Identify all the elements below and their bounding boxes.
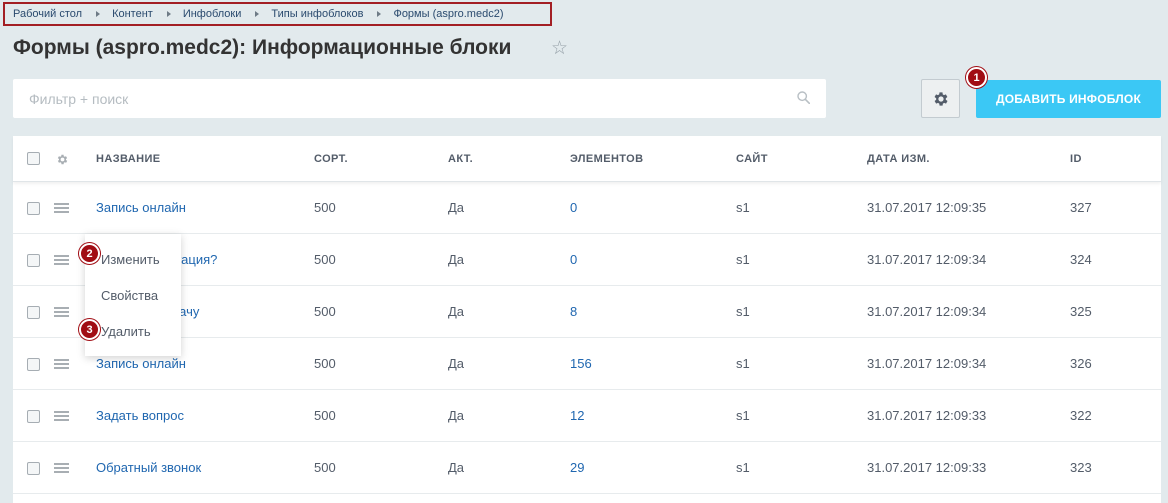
cell-active: Да — [448, 252, 465, 267]
row-menu-icon[interactable] — [54, 307, 69, 317]
cell-active: Да — [448, 408, 465, 423]
table-row[interactable]: Обратный звонок 500 Да 29 s1 31.07.2017 12:09… — [13, 442, 1161, 494]
breadcrumb-item-content[interactable]: Контент — [112, 8, 153, 20]
cell-active: Да — [448, 356, 465, 371]
row-menu-icon[interactable] — [54, 203, 69, 213]
cell-date: 31.07.2017 12:09:34 — [867, 252, 987, 267]
column-header-date[interactable]: ДАТА ИЗМ. — [867, 136, 930, 181]
menu-item-properties[interactable]: Свойства — [85, 277, 181, 313]
cell-active: Да — [448, 460, 465, 475]
breadcrumb-separator-icon — [377, 11, 382, 17]
column-header-id[interactable]: ID — [1070, 136, 1082, 181]
cell-id: 326 — [1070, 356, 1092, 371]
cell-date: 31.07.2017 12:09:34 — [867, 356, 987, 371]
menu-item-edit[interactable]: Изменить — [85, 241, 181, 277]
filter-placeholder: Фильтр + поиск — [29, 90, 129, 107]
breadcrumb-separator-icon — [166, 11, 171, 17]
filter-search-input[interactable]: Фильтр + поиск — [13, 79, 826, 118]
cell-date: 31.07.2017 12:09:35 — [867, 200, 987, 215]
breadcrumb-item-forms[interactable]: Формы (aspro.medc2) — [393, 8, 503, 20]
search-icon[interactable] — [797, 91, 810, 104]
cell-elements[interactable]: 156 — [570, 338, 592, 389]
column-header-sort[interactable]: СОРТ. — [314, 136, 348, 181]
breadcrumb-item-iblocks[interactable]: Инфоблоки — [183, 8, 242, 20]
row-checkbox[interactable] — [27, 410, 40, 423]
cell-sort: 500 — [314, 200, 336, 215]
cell-date: 31.07.2017 12:09:33 — [867, 408, 987, 423]
cell-date: 31.07.2017 12:09:33 — [867, 460, 987, 475]
row-menu-icon[interactable] — [54, 255, 69, 265]
table-row[interactable]: льтация? 500 Да 0 s1 31.07.2017 12:09:34 324 — [13, 234, 1161, 286]
step-badge-3: 3 — [79, 319, 100, 340]
select-all-checkbox[interactable] — [27, 152, 40, 165]
cell-sort: 500 — [314, 460, 336, 475]
cell-site: s1 — [736, 408, 750, 423]
page-title: Формы (aspro.medc2): Информационные блок… — [13, 36, 512, 59]
gear-icon — [934, 91, 948, 106]
cell-name-link[interactable]: Обратный звонок — [96, 442, 201, 493]
cell-sort: 500 — [314, 408, 336, 423]
column-header-elements[interactable]: ЭЛЕМЕНТОВ — [570, 136, 643, 181]
row-checkbox[interactable] — [27, 254, 40, 267]
cell-elements[interactable]: 0 — [570, 182, 577, 233]
table-row[interactable]: Запись онлайн 500 Да 156 s1 31.07.2017 12:09:… — [13, 338, 1161, 390]
row-checkbox[interactable] — [27, 358, 40, 371]
cell-active: Да — [448, 200, 465, 215]
favorite-star-icon[interactable]: ☆ — [551, 38, 568, 60]
cell-active: Да — [448, 304, 465, 319]
cell-sort: 500 — [314, 356, 336, 371]
cell-name-link[interactable]: Запись онлайн — [96, 182, 186, 233]
breadcrumb-item-iblock-types[interactable]: Типы инфоблоков — [271, 8, 363, 20]
iblock-table: НАЗВАНИЕ СОРТ. АКТ. ЭЛЕМЕНТОВ САЙТ ДАТА … — [13, 136, 1161, 503]
add-iblock-button[interactable]: ДОБАВИТЬ ИНФОБЛОК — [976, 80, 1161, 118]
column-header-site[interactable]: САЙТ — [736, 136, 768, 181]
table-row[interactable]: врачу 500 Да 8 s1 31.07.2017 12:09:34 325 — [13, 286, 1161, 338]
cell-elements[interactable]: 8 — [570, 286, 577, 337]
row-checkbox[interactable] — [27, 306, 40, 319]
breadcrumb-separator-icon — [255, 11, 260, 17]
step-badge-1: 1 — [966, 67, 987, 88]
column-settings-gear-icon[interactable] — [56, 153, 69, 166]
table-row[interactable]: Задать вопрос 500 Да 12 s1 31.07.2017 12:09:3… — [13, 390, 1161, 442]
cell-elements[interactable]: 29 — [570, 442, 584, 493]
step-badge-2: 2 — [79, 243, 100, 264]
row-menu-icon[interactable] — [54, 463, 69, 473]
cell-site: s1 — [736, 304, 750, 319]
cell-elements[interactable]: 0 — [570, 234, 577, 285]
cell-elements[interactable]: 12 — [570, 390, 584, 441]
settings-button[interactable] — [921, 79, 960, 118]
breadcrumb-item-desktop[interactable]: Рабочий стол — [13, 8, 82, 20]
row-menu-icon[interactable] — [54, 359, 69, 369]
cell-id: 325 — [1070, 304, 1092, 319]
table-row[interactable]: Запись онлайн 500 Да 0 s1 31.07.2017 12:09:35… — [13, 182, 1161, 234]
cell-site: s1 — [736, 252, 750, 267]
cell-date: 31.07.2017 12:09:34 — [867, 304, 987, 319]
column-header-name[interactable]: НАЗВАНИЕ — [96, 136, 161, 181]
cell-site: s1 — [736, 356, 750, 371]
cell-site: s1 — [736, 460, 750, 475]
row-checkbox[interactable] — [27, 462, 40, 475]
cell-site: s1 — [736, 200, 750, 215]
cell-id: 327 — [1070, 200, 1092, 215]
row-checkbox[interactable] — [27, 202, 40, 215]
cell-sort: 500 — [314, 304, 336, 319]
breadcrumb-separator-icon — [96, 11, 101, 17]
cell-sort: 500 — [314, 252, 336, 267]
cell-id: 324 — [1070, 252, 1092, 267]
cell-id: 323 — [1070, 460, 1092, 475]
column-header-active[interactable]: АКТ. — [448, 136, 473, 181]
cell-name-link[interactable]: Задать вопрос — [96, 390, 184, 441]
breadcrumb: Рабочий стол Контент Инфоблоки Типы инфо… — [3, 2, 552, 26]
table-header: НАЗВАНИЕ СОРТ. АКТ. ЭЛЕМЕНТОВ САЙТ ДАТА … — [13, 136, 1161, 182]
cell-id: 322 — [1070, 408, 1092, 423]
row-menu-icon[interactable] — [54, 411, 69, 421]
